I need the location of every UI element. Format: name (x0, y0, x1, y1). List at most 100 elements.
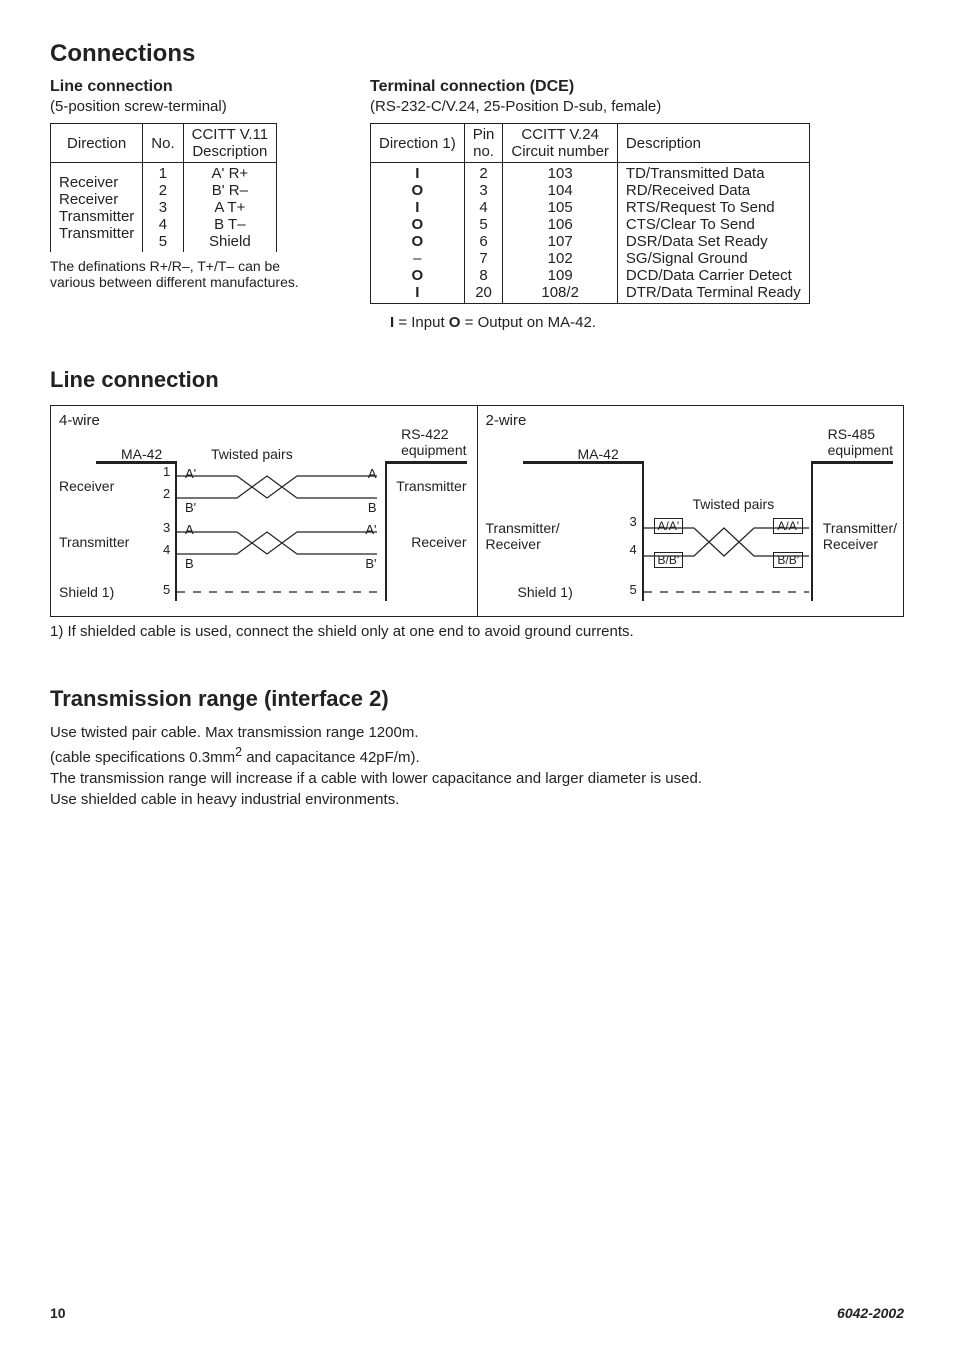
t1-r3-n: 4 (159, 216, 167, 233)
page-footer: 10 6042-2002 (50, 1305, 904, 1321)
dia2-txrx-l2: Receiver (486, 536, 541, 552)
t2-col-ccitt: 103 104 105 106 107 102 109 108/2 (503, 163, 618, 304)
dia1-pin4: 4 (163, 542, 170, 557)
t2-r7-desc: DTR/Data Terminal Ready (626, 284, 801, 301)
dia2-eq-l1: RS-485 (828, 426, 875, 442)
t1-r1-d: Receiver (59, 191, 118, 208)
t2-col-pin: 2 3 4 5 6 7 8 20 (464, 163, 503, 304)
t2-r6-desc: DCD/Data Carrier Detect (626, 267, 792, 284)
line-connector-table: Direction No. CCITT V.11 Description Rec… (50, 123, 277, 252)
t2-r7-p: 20 (475, 284, 492, 301)
doc-number: 6042-2002 (837, 1305, 904, 1321)
trans-p2: (cable specifications 0.3mm2 and capacit… (50, 745, 904, 766)
dia1-eq-l2: equipment (401, 442, 466, 458)
dia1-eq-l1: RS-422 (401, 426, 448, 442)
t2-r1-desc: RD/Received Data (626, 182, 750, 199)
t1-note-l2: various between different manufactures. (50, 274, 299, 290)
dia1-tp: Twisted pairs (211, 446, 293, 462)
t1-r0-c: A' R+ (212, 165, 249, 182)
t2-r4-c: 107 (548, 233, 573, 250)
io-legend-o: O (449, 314, 461, 331)
t2-r5-desc: SG/Signal Ground (626, 250, 748, 267)
t2-col-desc: TD/Transmitted Data RD/Received Data RTS… (617, 163, 809, 304)
t2-r0-c: 103 (548, 165, 573, 182)
t1-col-dir: Receiver Receiver Transmitter Transmitte… (51, 163, 143, 253)
t1-r0-d: Receiver (59, 174, 118, 191)
t2-r4-desc: DSR/Data Set Ready (626, 233, 768, 250)
t1-r1-n: 2 (159, 182, 167, 199)
line-connection-diagrams: 4-wire MA-42 Twisted pairs RS-422 equipm… (50, 405, 904, 617)
io-legend-input: = Input (394, 314, 449, 331)
dia2-pin3: 3 (630, 514, 637, 529)
t1-footnote: The definations R+/R–, T+/T– can be vari… (50, 258, 350, 290)
t1-note-l1: The definations R+/R–, T+/T– can be (50, 258, 280, 274)
t1-r4-c: Shield (209, 233, 251, 250)
t2-r0-desc: TD/Transmitted Data (626, 165, 765, 182)
dia2-txrx-r1: Transmitter/ (823, 520, 897, 536)
t1-r2-d: Transmitter (59, 208, 134, 225)
dia1-pin2: 2 (163, 486, 170, 501)
t2-r2-d: I (415, 199, 419, 216)
dia2-pin5: 5 (630, 582, 637, 597)
t2-r3-desc: CTS/Clear To Send (626, 216, 755, 233)
dia2-ma: MA-42 (578, 446, 619, 462)
dia1-pin1: 1 (163, 464, 170, 479)
dia2-txrx-l1: Transmitter/ (486, 520, 560, 536)
t2-r1-c: 104 (548, 182, 573, 199)
t1-r1-c: B' R– (212, 182, 248, 199)
t1-r3-c: B T– (214, 216, 245, 233)
t2-r6-p: 8 (479, 267, 487, 284)
t2-r1-d: O (412, 182, 424, 199)
t2-r5-p: 7 (479, 250, 487, 267)
t1-h-no: No. (143, 124, 183, 163)
t2-r5-d: – (413, 250, 421, 267)
t1-r2-c: A T+ (214, 199, 245, 216)
dia1-pin3: 3 (163, 520, 170, 535)
t2-r7-c: 108/2 (541, 284, 579, 301)
trans-p3: The transmission range will increase if … (50, 770, 904, 787)
terminal-table: Direction 1) Pin no. CCITT V.24 Circuit … (370, 123, 810, 304)
dia1-rx: Receiver (59, 478, 114, 494)
dia2-pin4: 4 (630, 542, 637, 557)
t1-r3-d: Transmitter (59, 225, 134, 242)
t1-h-ccitt: CCITT V.11 Description (183, 124, 276, 163)
heading-line-connection: Line connection (50, 78, 350, 96)
t2-r7-d: I (415, 284, 419, 301)
t1-col-no: 1 2 3 4 5 (143, 163, 183, 253)
t2-r6-c: 109 (548, 267, 573, 284)
t1-col-ccitt: A' R+ B' R– A T+ B T– Shield (183, 163, 276, 253)
t2-r1-p: 3 (479, 182, 487, 199)
t2-r2-desc: RTS/Request To Send (626, 199, 775, 216)
dia1-rx-r: Transmitter (396, 478, 466, 494)
dia1-tx: Transmitter (59, 534, 129, 550)
dia2-title: 2-wire (486, 412, 527, 429)
t2-h-pin: Pin no. (464, 124, 503, 163)
dia2-txrx-r2: Receiver (823, 536, 878, 552)
dia1-tx-r: Receiver (411, 534, 466, 550)
t2-h-ccitt: CCITT V.24 Circuit number (503, 124, 618, 163)
t2-col-dir: I O I O O – O I (371, 163, 465, 304)
dia2-eq-l2: equipment (828, 442, 893, 458)
t2-r2-p: 4 (479, 199, 487, 216)
t1-h-ccitt-l2: Description (192, 143, 267, 160)
diagram-4wire: 4-wire MA-42 Twisted pairs RS-422 equipm… (51, 406, 477, 616)
t1-r2-n: 3 (159, 199, 167, 216)
t1-h-ccitt-l1: CCITT V.11 (192, 126, 268, 143)
t2-r0-p: 2 (479, 165, 487, 182)
dia1-wires (177, 464, 387, 604)
t2-h-pin-l2: no. (473, 143, 494, 160)
dia1-shield: Shield 1) (59, 584, 114, 600)
dia2-shield: Shield 1) (518, 584, 573, 600)
t1-r4-n: 5 (159, 233, 167, 250)
t2-r3-p: 5 (479, 216, 487, 233)
t2-r0-d: I (415, 165, 419, 182)
dia1-pin5: 5 (163, 582, 170, 597)
t1-h-direction: Direction (51, 124, 143, 163)
io-legend-output: = Output on MA-42. (460, 314, 596, 331)
io-legend: I = Input O = Output on MA-42. (50, 314, 904, 331)
cable-footnote: 1) If shielded cable is used, connect th… (50, 623, 904, 640)
dia1-ma: MA-42 (121, 446, 162, 462)
dia2-wires (644, 516, 814, 606)
diagram-2wire: 2-wire MA-42 Twisted pairs RS-485 equipm… (477, 406, 904, 616)
t2-r4-d: O (412, 233, 424, 250)
